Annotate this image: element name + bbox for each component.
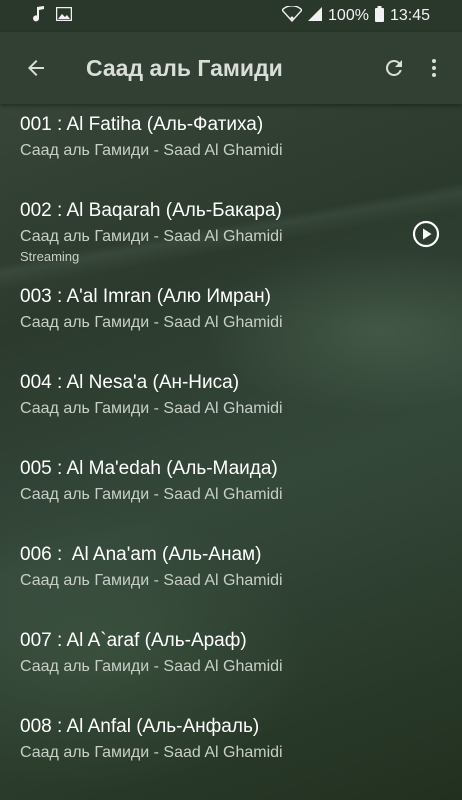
track-subtitle: Саад аль Гамиди - Saad Al Ghamidi bbox=[20, 744, 283, 761]
play-circle-icon bbox=[412, 220, 440, 248]
track-subtitle: Саад аль Гамиди - Saad Al Ghamidi bbox=[20, 572, 283, 589]
track-title: 005 : Al Ma'edah (Аль-Маида) bbox=[20, 458, 278, 479]
signal-icon bbox=[308, 6, 323, 26]
track-title: 001 : Al Fatiha (Аль-Фатиха) bbox=[20, 114, 264, 135]
track-title: 007 : Al A`araf (Аль-Араф) bbox=[20, 630, 247, 651]
page-title: Саад аль Гамиди bbox=[86, 54, 283, 81]
track-subtitle: Саад аль Гамиди - Saad Al Ghamidi bbox=[20, 228, 283, 245]
track-subtitle: Саад аль Гамиди - Saad Al Ghamidi bbox=[20, 658, 283, 675]
list-item[interactable]: 008 : Al Anfal (Аль-Анфаль) Саад аль Гам… bbox=[0, 706, 462, 792]
track-title: 008 : Al Anfal (Аль-Анфаль) bbox=[20, 716, 260, 737]
music-note-icon bbox=[32, 5, 46, 27]
list-item[interactable]: 006 : Al Ana'am (Аль-Анам) Саад аль Гами… bbox=[0, 534, 462, 620]
track-subtitle: Саад аль Гамиди - Saad Al Ghamidi bbox=[20, 486, 283, 503]
app-bar: Саад аль Гамиди bbox=[0, 32, 462, 104]
track-title: 006 : Al Ana'am (Аль-Анам) bbox=[20, 544, 262, 565]
back-button[interactable] bbox=[16, 48, 56, 88]
streaming-status: Streaming bbox=[20, 249, 80, 264]
track-subtitle: Саад аль Гамиди - Saad Al Ghamidi bbox=[20, 314, 283, 331]
image-icon bbox=[55, 6, 73, 26]
arrow-back-icon bbox=[28, 60, 44, 76]
track-subtitle: Саад аль Гамиди - Saad Al Ghamidi bbox=[20, 142, 283, 159]
track-subtitle: Саад аль Гамиди - Saad Al Ghamidi bbox=[20, 400, 283, 417]
play-button[interactable] bbox=[412, 220, 440, 248]
overflow-menu-button[interactable] bbox=[414, 48, 454, 88]
list-item[interactable]: 007 : Al A`araf (Аль-Араф) Саад аль Гами… bbox=[0, 620, 462, 706]
wifi-icon bbox=[281, 4, 303, 27]
more-vertical-icon bbox=[432, 59, 436, 77]
list-item[interactable]: 001 : Al Fatiha (Аль-Фатиха) Саад аль Га… bbox=[0, 104, 462, 190]
list-item[interactable]: 003 : A'al Imran (Алю Имран) Саад аль Га… bbox=[0, 276, 462, 362]
battery-icon bbox=[374, 5, 384, 27]
clock: 13:45 bbox=[389, 7, 430, 24]
track-title: 002 : Al Baqarah (Аль-Бакара) bbox=[20, 200, 282, 221]
list-item[interactable]: 005 : Al Ma'edah (Аль-Маида) Саад аль Га… bbox=[0, 448, 462, 534]
list-item[interactable]: 004 : Al Nesa'a (Ан-Ниса) Саад аль Гамид… bbox=[0, 362, 462, 448]
track-list: 001 : Al Fatiha (Аль-Фатиха) Саад аль Га… bbox=[0, 104, 462, 792]
list-item[interactable]: 002 : Al Baqarah (Аль-Бакара) Саад аль Г… bbox=[0, 190, 462, 276]
refresh-icon bbox=[385, 59, 402, 76]
status-bar: 100% 13:45 bbox=[0, 0, 462, 32]
track-title: 004 : Al Nesa'a (Ан-Ниса) bbox=[20, 372, 240, 393]
track-title: 003 : A'al Imran (Алю Имран) bbox=[20, 286, 271, 307]
battery-percent: 100% bbox=[328, 7, 369, 24]
refresh-button[interactable] bbox=[374, 48, 414, 88]
